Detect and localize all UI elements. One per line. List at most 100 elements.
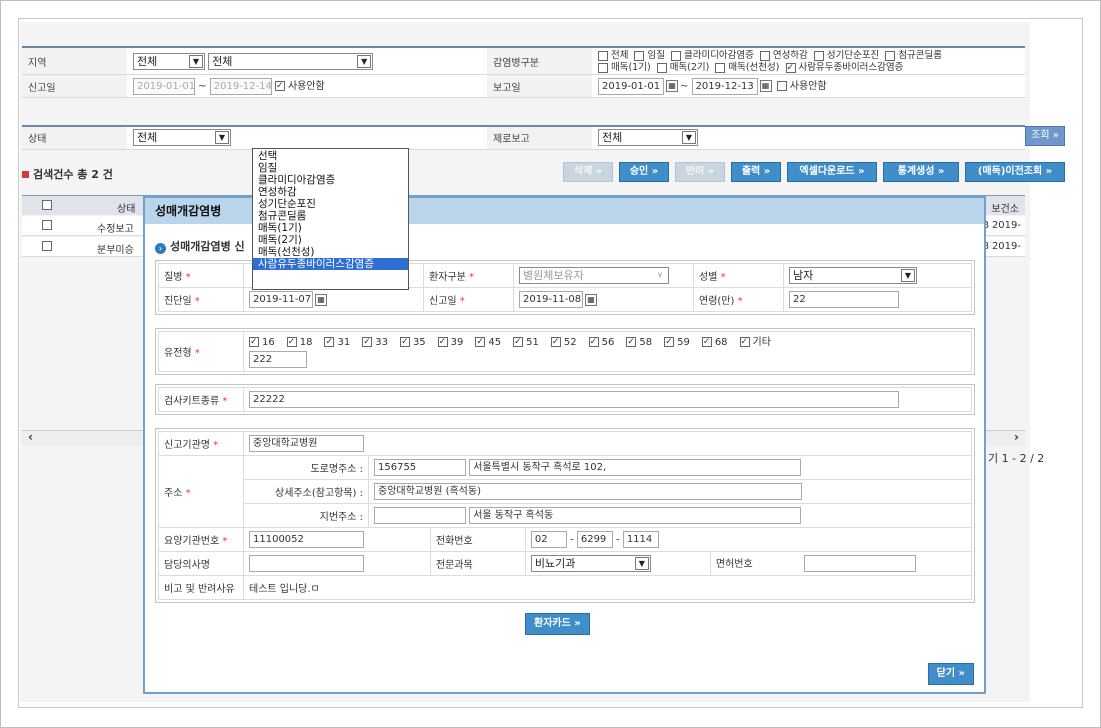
lot-address-input[interactable]: 서울 동작구 흑석동 [469, 507, 802, 524]
modal-report-date-input[interactable]: 2019-11-08 [519, 291, 583, 308]
genotype-checkbox[interactable] [286, 336, 297, 347]
disease-type-checkbox[interactable] [670, 50, 681, 61]
reject-button[interactable]: 반려 » [675, 162, 725, 182]
delete-button[interactable]: 삭제 » [563, 162, 613, 182]
genotype-checkbox-label: 45 [488, 336, 502, 348]
disease-type-checkbox[interactable] [598, 50, 608, 61]
diagnosis-date-input[interactable]: 2019-11-07 [249, 291, 313, 308]
lot-postcode-input[interactable] [374, 507, 466, 524]
disease-type-checkbox[interactable] [598, 62, 608, 73]
care-number-input[interactable]: 11100052 [249, 531, 364, 548]
genotype-checkbox[interactable] [475, 336, 486, 347]
dropdown-option[interactable]: 매독(2기) [253, 234, 408, 246]
patient-type-label: 환자구분 * [423, 263, 514, 288]
disease-dropdown-list[interactable]: 선택 임질 클라미디아감염증 연성하감 성기단순포진 첨규콘딜롬 매독(1기) 매독(2기) 매… [252, 148, 409, 290]
previous-lookup-button[interactable]: (매독)이전조회 » [965, 162, 1065, 182]
dropdown-option[interactable]: 성기단순포진 [253, 198, 408, 210]
genotype-checkbox[interactable] [588, 336, 599, 347]
result-count: 검색건수 총 2 건 [22, 166, 113, 182]
print-button[interactable]: 출력 » [731, 162, 781, 182]
dropdown-option[interactable]: 첨규콘딜롬 [253, 210, 408, 222]
remark-value: 테스트 입니당.ㅁ [243, 575, 972, 600]
genotype-checkbox[interactable] [626, 336, 637, 347]
disease-type-checkbox[interactable] [885, 50, 896, 61]
genotype-checkbox[interactable] [249, 336, 259, 347]
genotype-checkbox[interactable] [739, 336, 750, 347]
genotype-checkbox[interactable] [399, 336, 410, 347]
patient-type-select[interactable]: 병원체보유자 ∨ [519, 267, 669, 284]
phone-input-1[interactable]: 02 [530, 531, 567, 548]
genotype-checkbox[interactable] [550, 336, 561, 347]
row-status: 분부미승 [97, 245, 134, 256]
region-label: 지역 [22, 47, 127, 75]
calendar-icon[interactable]: ▦ [585, 293, 597, 306]
patient-card-button[interactable]: 환자카드 » [525, 613, 590, 635]
age-input[interactable]: 22 [789, 291, 899, 308]
stats-button[interactable]: 통계생성 » [883, 162, 959, 182]
genotype-checkbox-label: 39 [450, 336, 464, 348]
genotype-checkbox-label: 56 [601, 336, 615, 348]
genotype-checkbox[interactable] [324, 336, 335, 347]
zero-report-select[interactable]: 전체 ▼ [598, 129, 698, 147]
region-select-2[interactable]: 전체 ▼ [208, 52, 374, 70]
address-label: 주소 * [158, 455, 244, 528]
disease-type-checkbox[interactable] [785, 62, 796, 73]
disease-type-checkbox[interactable] [634, 50, 645, 61]
disease-type-checkbox[interactable] [813, 50, 824, 61]
dropdown-option[interactable]: 클라미디아감염증 [253, 174, 408, 186]
row-checkbox[interactable] [42, 241, 52, 251]
genotype-checkbox[interactable] [664, 336, 675, 347]
report-unused-checkbox[interactable] [776, 81, 787, 92]
dropdown-option[interactable]: 연성하감 [253, 186, 408, 198]
detail-address-input[interactable]: 중앙대학교병원 (흑석동) [374, 483, 802, 500]
report-to-input[interactable]: 2019-12-13 [691, 77, 758, 95]
region-select-1[interactable]: 전체 ▼ [133, 52, 205, 70]
disease-label: 질병 * [158, 263, 244, 288]
disease-type-checkbox[interactable] [759, 50, 770, 61]
status-select[interactable]: 전체 ▼ [133, 129, 231, 147]
license-input[interactable] [803, 555, 916, 573]
department-select[interactable]: 비뇨기과 ▼ [530, 555, 651, 572]
phone-input-2[interactable]: 6299 [576, 531, 613, 548]
dropdown-option[interactable]: 사람유두종바이러스감염증 [253, 258, 408, 270]
genotype-checkbox[interactable] [362, 336, 373, 347]
report-date-from[interactable]: 2019-01-01 [133, 77, 195, 95]
gender-select[interactable]: 남자 ▼ [789, 267, 917, 284]
genotype-checkbox[interactable] [701, 336, 712, 347]
institution-box: 신고기관명 * 중앙대학교병원 주소 * 도로명주소 : 156755 서울특별… [155, 428, 975, 603]
report-date-to[interactable]: 2019-12-14 [209, 77, 272, 95]
disease-type-checkbox-label: 전체 [611, 50, 629, 61]
dropdown-option[interactable]: 임질 [253, 162, 408, 174]
kit-input[interactable]: 22222 [249, 391, 899, 408]
dropdown-option[interactable]: 매독(선천성) [253, 246, 408, 258]
report-date-unused-checkbox[interactable] [274, 81, 285, 92]
arrow-circle-icon: › [155, 243, 166, 254]
genotype-checkbox[interactable] [437, 336, 448, 347]
institution-input[interactable]: 중앙대학교병원 [249, 435, 364, 452]
select-all-checkbox[interactable] [42, 200, 52, 210]
calendar-icon[interactable]: ▦ [759, 80, 772, 93]
road-address-input[interactable]: 서울특별시 동작구 흑석로 102, [469, 459, 802, 476]
modal-report-date-label: 신고일 * [423, 287, 514, 312]
disease-type-checkbox[interactable] [656, 62, 667, 73]
genotype-checkbox[interactable] [513, 336, 524, 347]
calendar-icon[interactable]: ▦ [315, 293, 327, 306]
dropdown-option[interactable]: 선택 [253, 150, 408, 162]
genotype-other-input[interactable]: 222 [249, 350, 307, 368]
close-button[interactable]: 닫기 » [927, 663, 974, 685]
disease-type-checkbox[interactable] [715, 62, 726, 73]
disease-type-checkbox-label: 연성하감 [772, 50, 808, 61]
doctor-input[interactable] [249, 555, 364, 572]
approve-button[interactable]: 승인 » [619, 162, 669, 182]
report-from-input[interactable]: 2019-01-01 [598, 77, 664, 95]
scroll-left-icon[interactable]: ‹ [28, 430, 33, 444]
calendar-icon[interactable]: ▦ [666, 80, 678, 93]
phone-input-3[interactable]: 1114 [622, 531, 659, 548]
postcode-input[interactable]: 156755 [374, 459, 466, 476]
search-button[interactable]: 조회 » [1025, 126, 1065, 146]
scroll-right-icon[interactable]: › [1014, 430, 1019, 444]
excel-download-button[interactable]: 엑셀다운로드 » [787, 162, 877, 182]
row-checkbox[interactable] [42, 220, 52, 230]
phone-label: 전화번호 [429, 527, 526, 552]
dropdown-option[interactable]: 매독(1기) [253, 222, 408, 234]
